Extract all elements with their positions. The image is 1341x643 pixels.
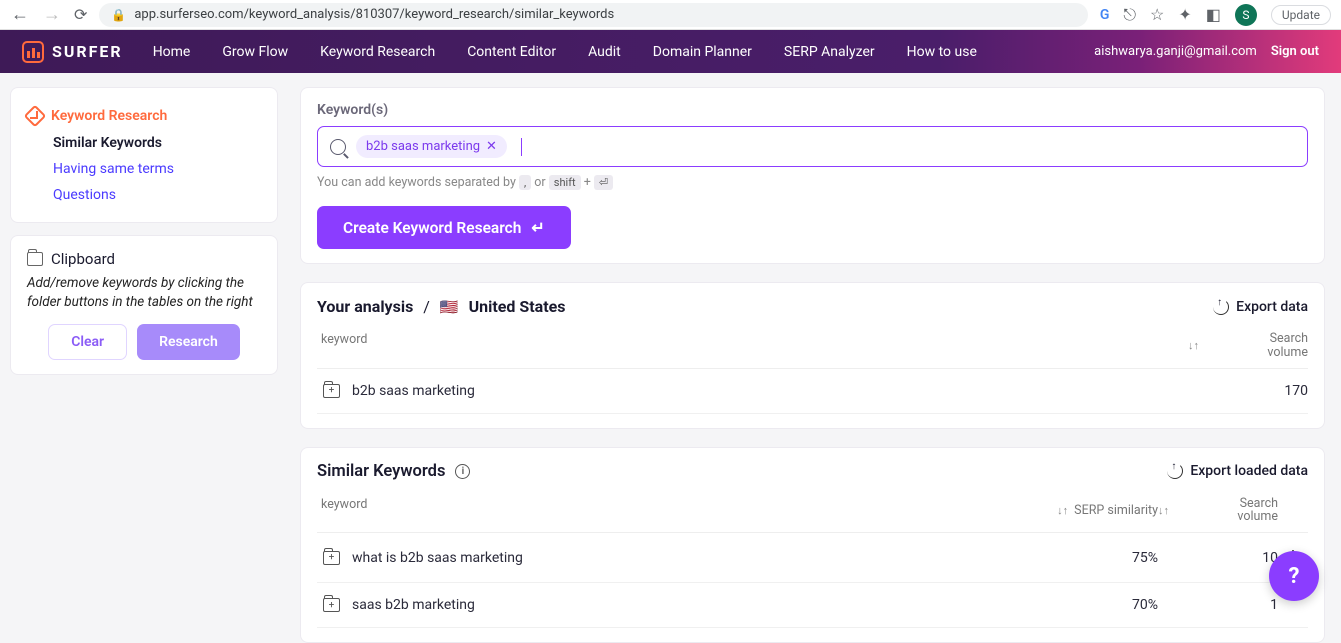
bookmark-icon[interactable]: ☆ <box>1150 5 1164 24</box>
cursor <box>521 138 522 156</box>
sidenav-keyword-research[interactable]: Keyword Research <box>27 102 261 130</box>
logo-icon <box>22 41 44 63</box>
analysis-table-header: keyword ↓↑ Searchvolume <box>317 324 1308 369</box>
back-button[interactable]: ← <box>10 4 30 25</box>
input-hint: You can add keywords separated by , or s… <box>317 175 1308 190</box>
export-icon <box>1213 299 1229 315</box>
similar-table-header: keyword ↓↑ SERP similarity ↓↑ Searchvolu… <box>317 489 1308 534</box>
nav-home[interactable]: Home <box>153 44 191 60</box>
row-keyword: b2b saas marketing <box>352 383 475 399</box>
col-search-volume[interactable]: Searchvolume <box>1205 332 1308 360</box>
forward-button[interactable]: → <box>42 4 62 25</box>
keyword-chip: b2b saas marketing ✕ <box>356 135 507 158</box>
nav-keyword-research[interactable]: Keyword Research <box>320 44 435 60</box>
sort-icon[interactable]: ↓↑ <box>1188 339 1199 352</box>
us-flag-icon: 🇺🇸 <box>440 298 459 316</box>
nav-domain-planner[interactable]: Domain Planner <box>653 44 752 60</box>
col-serp[interactable]: ↓↑ SERP similarity <box>1008 497 1158 525</box>
col-keyword: keyword <box>317 497 1008 525</box>
signout-link[interactable]: Sign out <box>1271 44 1319 59</box>
row-serp: 70% <box>1008 597 1158 613</box>
sort-icon[interactable]: ↓↑ <box>1057 504 1068 517</box>
clipboard-title: Clipboard <box>51 250 115 268</box>
enter-icon <box>531 218 544 237</box>
row-volume: 170 <box>1188 383 1308 399</box>
clipboard-card: Clipboard Add/remove keywords by clickin… <box>10 235 278 375</box>
similar-keywords-card: Similar Keywords i Export loaded data ke… <box>300 447 1325 643</box>
row-volume: 10 <box>1158 550 1278 566</box>
col-keyword: keyword <box>317 332 1188 360</box>
update-button[interactable]: Update <box>1271 5 1331 25</box>
keyword-input-card: Keyword(s) b2b saas marketing ✕ You can … <box>300 87 1325 264</box>
similar-row: + saas b2b marketing 70% 1 <box>317 583 1308 628</box>
add-to-clipboard-icon[interactable]: + <box>323 598 340 612</box>
row-keyword: what is b2b saas marketing <box>352 550 523 566</box>
sort-icon[interactable]: ↓↑ <box>1158 504 1169 517</box>
nav-serp-analyzer[interactable]: SERP Analyzer <box>784 44 875 60</box>
row-volume: 1 <box>1158 597 1278 613</box>
research-button[interactable]: Research <box>137 324 240 360</box>
search-icon <box>330 139 346 155</box>
clear-button[interactable]: Clear <box>48 324 127 360</box>
sidenav-similar-keywords[interactable]: Similar Keywords <box>27 130 261 156</box>
url-text: app.surferseo.com/keyword_analysis/81030… <box>134 7 614 22</box>
keyword-input[interactable]: b2b saas marketing ✕ <box>317 126 1308 167</box>
analysis-title: Your analysis / 🇺🇸 United States <box>317 297 565 316</box>
row-serp: 75% <box>1008 550 1158 566</box>
lock-icon: 🔒 <box>111 8 126 22</box>
user-email: aishwarya.ganji@gmail.com <box>1094 44 1257 59</box>
create-research-button[interactable]: Create Keyword Research <box>317 206 571 249</box>
row-keyword: saas b2b marketing <box>352 597 475 613</box>
export-loaded-link[interactable]: Export loaded data <box>1167 463 1308 479</box>
export-data-link[interactable]: Export data <box>1213 299 1308 315</box>
similar-row: + what is b2b saas marketing 75% 10 ⋮ <box>317 533 1308 583</box>
nav-content-editor[interactable]: Content Editor <box>467 44 556 60</box>
col-search-volume[interactable]: Searchvolume <box>1175 497 1278 525</box>
brand-logo[interactable]: SURFER <box>22 41 123 63</box>
export-icon <box>1167 463 1183 479</box>
analysis-card: Your analysis / 🇺🇸 United States Export … <box>300 282 1325 429</box>
nav-how-to-use[interactable]: How to use <box>907 44 977 60</box>
nav-audit[interactable]: Audit <box>588 44 621 60</box>
reload-button[interactable]: ⟳ <box>74 5 87 24</box>
extensions-icon[interactable]: ✦ <box>1178 5 1191 24</box>
clipboard-desc: Add/remove keywords by clicking the fold… <box>27 274 261 312</box>
keywords-label: Keyword(s) <box>317 102 1308 118</box>
folder-icon <box>27 252 43 266</box>
google-icon[interactable]: G <box>1100 7 1110 23</box>
analysis-row: + b2b saas marketing 170 <box>317 369 1308 414</box>
add-to-clipboard-icon[interactable]: + <box>323 551 340 565</box>
chip-remove-icon[interactable]: ✕ <box>486 139 497 154</box>
side-nav-card: Keyword Research Similar Keywords Having… <box>10 87 278 223</box>
panel-icon[interactable]: ◧ <box>1206 5 1221 24</box>
add-to-clipboard-icon[interactable]: + <box>323 384 340 398</box>
info-icon[interactable]: i <box>455 464 470 479</box>
sidenav-same-terms[interactable]: Having same terms <box>27 156 261 182</box>
share-icon[interactable]: ⎋ <box>1123 5 1136 25</box>
sidenav-questions[interactable]: Questions <box>27 182 261 208</box>
similar-title: Similar Keywords i <box>317 462 470 481</box>
app-topbar: SURFER Home Grow Flow Keyword Research C… <box>0 30 1341 73</box>
profile-avatar[interactable]: S <box>1235 4 1257 26</box>
diamond-icon <box>24 105 47 128</box>
nav-grow-flow[interactable]: Grow Flow <box>222 44 288 60</box>
main-nav: Home Grow Flow Keyword Research Content … <box>153 44 977 60</box>
address-bar[interactable]: 🔒 app.surferseo.com/keyword_analysis/810… <box>99 3 1087 27</box>
browser-toolbar: ← → ⟳ 🔒 app.surferseo.com/keyword_analys… <box>0 0 1341 30</box>
help-fab[interactable]: ? <box>1269 551 1319 601</box>
brand-text: SURFER <box>52 42 123 61</box>
